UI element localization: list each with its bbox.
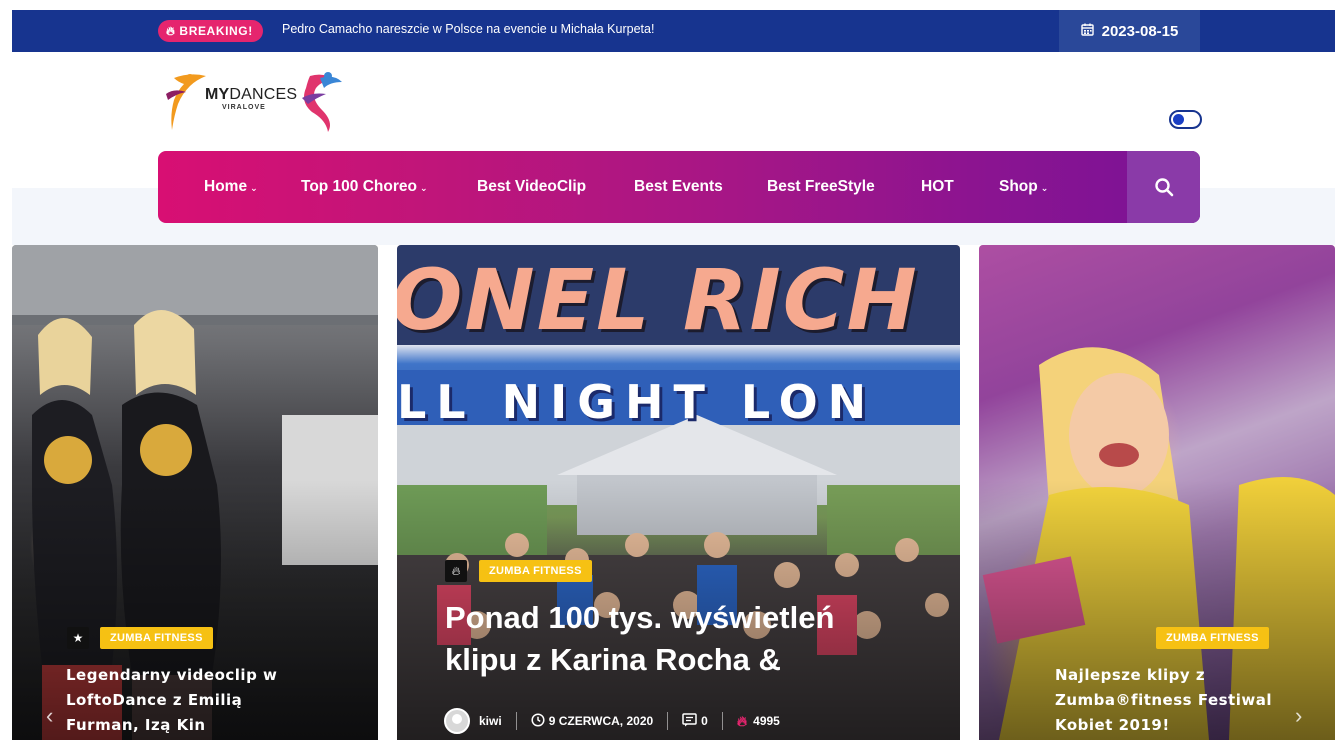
calendar-icon [1080, 23, 1094, 39]
featured-card-right[interactable]: ZUMBA FITNESS Najlepsze klipy z Zumba®fi… [979, 245, 1335, 740]
nav-item-top-100-choreo[interactable]: Top 100 Choreo ⌄ [301, 178, 428, 196]
card-title-line: LoftoDance z Emilią [66, 691, 243, 709]
nav-item-best-events[interactable]: Best Events [634, 178, 723, 196]
logo-tagline: VIRALOVE [222, 104, 266, 111]
toggle-knob [1173, 114, 1184, 125]
meta-divider [515, 712, 517, 730]
nav-item-shop[interactable]: Shop ⌄ [999, 178, 1048, 196]
post-meta: kiwi 9 CZERWCA, 2020 0 🔥︎ 4995 [444, 707, 780, 735]
logo-brand-bold: MY [205, 86, 230, 103]
featured-card-left[interactable]: ★ ZUMBA FITNESS Legendarny videoclip w L… [12, 245, 378, 740]
featured-card-main[interactable]: ONEL RICH LL NIGHT LON 🔥︎ ZUMBA FITNESS … [397, 245, 960, 740]
category-tag[interactable]: ZUMBA FITNESS [1156, 627, 1269, 649]
card-title-line: Zumba®fitness Festiwal [1055, 691, 1272, 709]
dark-mode-toggle[interactable] [1169, 110, 1202, 129]
nav-item-label: Top 100 Choreo [301, 178, 417, 195]
card-title-line: Furman, Izą Kin [66, 716, 206, 734]
carousel-next-button[interactable]: › [1295, 703, 1302, 729]
nav-item-label: Home [204, 178, 248, 195]
current-date: 2023-08-15 [1059, 10, 1200, 52]
category-tag[interactable]: ZUMBA FITNESS [100, 627, 213, 649]
meta-divider [667, 712, 669, 730]
main-navigation: Home ⌄ Top 100 Choreo ⌄ Best VideoClip B… [158, 151, 1200, 223]
chevron-down-icon: ⌄ [419, 182, 428, 193]
fire-icon: 🔥︎ [166, 23, 176, 38]
card-title[interactable]: Legendarny videoclip w LoftoDance z Emil… [66, 663, 277, 738]
poster-title-text: ONEL RICH [397, 251, 919, 349]
card-title-line: Najlepsze klipy z [1055, 666, 1206, 684]
nav-item-best-freestyle[interactable]: Best FreeStyle [767, 178, 875, 196]
nav-item-home[interactable]: Home ⌄ [204, 178, 258, 196]
breaking-news-bar: 🔥︎ BREAKING! Pedro Camacho nareszcie w P… [12, 10, 1335, 52]
card-title-line: klipu z Karina Rocha & [445, 642, 781, 677]
meta-divider [721, 712, 723, 730]
breaking-headline[interactable]: Pedro Camacho nareszcie w Polsce na even… [282, 22, 654, 36]
author-avatar[interactable] [444, 708, 470, 734]
chevron-down-icon: ⌄ [250, 182, 258, 193]
nav-item-label: Best VideoClip [477, 178, 587, 195]
card-title-line: Ponad 100 tys. wyświetleń [445, 600, 835, 635]
card-title[interactable]: Ponad 100 tys. wyświetleń klipu z Karina… [445, 597, 834, 681]
logo-brand-rest: DANCES [229, 86, 298, 103]
author-name[interactable]: kiwi [479, 714, 502, 728]
card-title[interactable]: Najlepsze klipy z Zumba®fitness Festiwal… [1055, 663, 1272, 738]
comment-icon [682, 712, 697, 730]
logo-wordmark: MYDANCES [205, 86, 297, 104]
date-text: 2023-08-15 [1101, 22, 1179, 40]
breaking-badge-label: BREAKING! [179, 24, 253, 38]
nav-item-label: HOT [921, 178, 954, 195]
card-title-line: Kobiet 2019! [1055, 716, 1170, 734]
star-icon: ★ [67, 627, 89, 649]
fire-icon: 🔥︎ [736, 712, 748, 729]
nav-item-best-videoclip[interactable]: Best VideoClip [477, 178, 586, 196]
card-title-line: Legendarny videoclip w [66, 666, 278, 684]
nav-item-label: Best Events [634, 178, 723, 195]
carousel-prev-button[interactable]: ‹ [46, 703, 53, 729]
post-date: 9 CZERWCA, 2020 [548, 714, 654, 728]
category-tag[interactable]: ZUMBA FITNESS [479, 560, 592, 582]
breaking-badge: 🔥︎ BREAKING! [158, 20, 263, 42]
clock-icon [531, 712, 545, 730]
search-button[interactable] [1127, 151, 1200, 223]
comment-count[interactable]: 0 [701, 714, 708, 728]
chevron-down-icon: ⌄ [1040, 182, 1049, 193]
nav-item-hot[interactable]: HOT [921, 178, 954, 196]
nav-item-label: Shop [999, 178, 1038, 195]
fire-icon: 🔥︎ [445, 560, 467, 582]
poster-subtitle-text: LL NIGHT LON [397, 375, 877, 429]
nav-item-label: Best FreeStyle [767, 178, 875, 195]
view-count: 4995 [753, 714, 780, 728]
search-icon [1154, 178, 1173, 197]
